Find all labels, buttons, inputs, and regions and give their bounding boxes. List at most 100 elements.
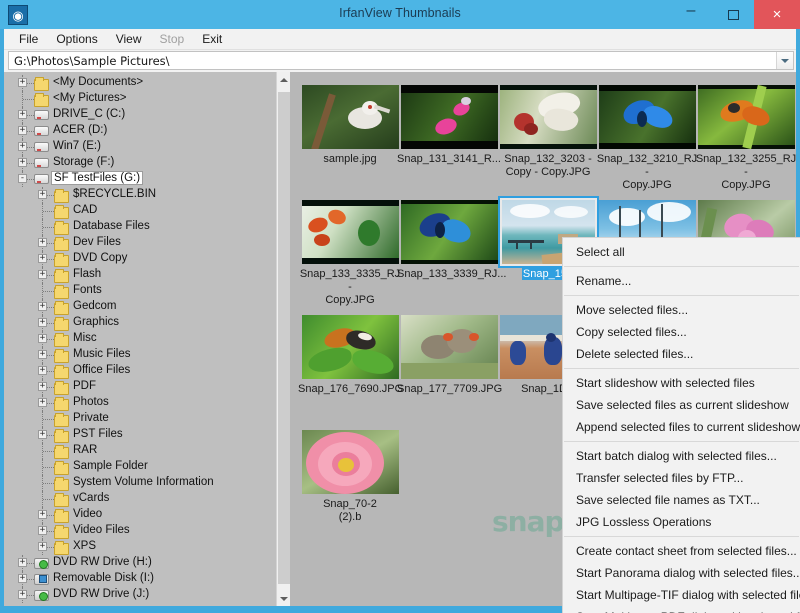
thumbnail-image[interactable] [302, 85, 399, 149]
thumbnail-caption[interactable]: Snap_132_3255_RJ - Copy.JPG [694, 153, 796, 192]
menu-item-view[interactable]: View [107, 30, 151, 48]
maximize-button[interactable] [712, 0, 754, 29]
tree-item-storage-f[interactable]: + Storage (F:) [4, 155, 276, 171]
tree-expand-icon[interactable]: + [18, 142, 27, 151]
tree-item-gedcom[interactable]: + Gedcom [4, 299, 276, 315]
menu-item-exit[interactable]: Exit [193, 30, 231, 48]
tree-item-office-files[interactable]: + Office Files [4, 363, 276, 379]
context-menu-item-start-multipage-tif-dialog-with-selected-files[interactable]: Start Multipage-TIF dialog with selected… [563, 584, 800, 606]
tree-item-fonts[interactable]: Fonts [4, 283, 276, 299]
tree-expand-icon[interactable]: + [38, 254, 47, 263]
tree-scrollbar-thumb[interactable] [278, 92, 290, 584]
context-menu-item-save-selected-files-as-current-slideshow[interactable]: Save selected files as current slideshow [563, 394, 800, 416]
tree-item-misc[interactable]: + Misc [4, 331, 276, 347]
tree-item-pst-files[interactable]: + PST Files [4, 427, 276, 443]
tree-item-video-files[interactable]: + Video Files [4, 523, 276, 539]
thumbnail-image[interactable] [401, 85, 498, 149]
tree-item-photos[interactable]: + Photos [4, 395, 276, 411]
tree-item-removable-disk-i[interactable]: + Removable Disk (I:) [4, 571, 276, 587]
thumbnail-caption[interactable]: Snap_131_3141_R... [397, 153, 501, 166]
thumbnail-image[interactable] [698, 85, 795, 149]
menu-item-options[interactable]: Options [47, 30, 106, 48]
tree-expand-icon[interactable]: + [38, 350, 47, 359]
tree-item-database-files[interactable]: Database Files [4, 219, 276, 235]
tree-expand-icon[interactable]: + [18, 158, 27, 167]
tree-item-rar[interactable]: RAR [4, 443, 276, 459]
tree-expand-icon[interactable]: + [18, 126, 27, 135]
tree-item-my-documents[interactable]: + <My Documents> [4, 75, 276, 91]
thumbnail-image[interactable] [599, 85, 696, 149]
tree-expand-icon[interactable]: + [38, 366, 47, 375]
context-menu-item-start-slideshow-with-selected-files[interactable]: Start slideshow with selected files [563, 372, 800, 394]
tree-expand-icon[interactable]: + [38, 382, 47, 391]
tree-expand-icon[interactable]: + [18, 590, 27, 599]
tree-item-dvd-copy[interactable]: + DVD Copy [4, 251, 276, 267]
tree-expand-icon[interactable]: + [38, 318, 47, 327]
tree-expand-icon[interactable]: + [38, 302, 47, 311]
tree-item-dvd-rw-drive-j[interactable]: + DVD RW Drive (J:) [4, 587, 276, 603]
context-menu-item-delete-selected-files[interactable]: Delete selected files... [563, 343, 800, 365]
tree-item-acer-d[interactable]: + ACER (D:) [4, 123, 276, 139]
context-menu-item-copy-selected-files[interactable]: Copy selected files... [563, 321, 800, 343]
tree-expand-icon[interactable]: + [38, 270, 47, 279]
thumbnail-caption[interactable]: Snap_132_3203 - Copy - Copy.JPG [496, 153, 600, 179]
tree-item-private[interactable]: Private [4, 411, 276, 427]
tree-expand-icon[interactable]: + [38, 398, 47, 407]
path-combobox[interactable]: G:\Photos\Sample Pictures\ [8, 51, 794, 70]
tree-expand-icon[interactable]: + [38, 542, 47, 551]
tree-expand-icon[interactable]: + [18, 558, 27, 567]
context-menu-item-rename[interactable]: Rename... [563, 270, 800, 292]
context-menu-item-select-all[interactable]: Select all [563, 241, 800, 263]
thumbnail-caption[interactable]: Snap_177_7709.JPG [397, 383, 502, 396]
context-menu-item-start-batch-dialog-with-selected-files[interactable]: Start batch dialog with selected files..… [563, 445, 800, 467]
tree-item-music-files[interactable]: + Music Files [4, 347, 276, 363]
tree-expand-icon[interactable]: + [38, 238, 47, 247]
tree-item-recycle-bin[interactable]: + $RECYCLE.BIN [4, 187, 276, 203]
tree-item-flash[interactable]: + Flash [4, 267, 276, 283]
thumbnail-caption[interactable]: Snap_132_3210_RJ - Copy.JPG [595, 153, 699, 192]
thumbnail-image[interactable] [401, 315, 498, 379]
close-button[interactable]: × [754, 0, 800, 29]
tree-collapse-icon[interactable]: - [18, 174, 27, 183]
thumbnail-image[interactable] [302, 430, 399, 494]
thumbnail-caption[interactable]: sample.jpg [298, 153, 402, 166]
thumbnail-image[interactable] [302, 315, 399, 379]
thumbnail-image[interactable] [401, 200, 498, 264]
tree-vertical-scrollbar[interactable] [276, 72, 290, 606]
tree-item-drive-c-c[interactable]: + DRIVE_C (C:) [4, 107, 276, 123]
tree-item-dvd-rw-drive-h[interactable]: + DVD RW Drive (H:) [4, 555, 276, 571]
minimize-button[interactable]: – [670, 0, 712, 29]
chevron-down-icon[interactable] [776, 52, 793, 69]
context-menu-item-create-contact-sheet-from-selected-files[interactable]: Create contact sheet from selected files… [563, 540, 800, 562]
tree-item-sf-testfiles-g[interactable]: - SF TestFiles (G:) [4, 171, 276, 187]
tree-item-dev-files[interactable]: + Dev Files [4, 235, 276, 251]
thumbnail-image[interactable] [500, 85, 597, 149]
context-menu-item-move-selected-files[interactable]: Move selected files... [563, 299, 800, 321]
context-menu-item-start-panorama-dialog-with-selected-files[interactable]: Start Panorama dialog with selected file… [563, 562, 800, 584]
tree-item-sample-folder[interactable]: Sample Folder [4, 459, 276, 475]
tree-expand-icon[interactable]: + [18, 574, 27, 583]
thumbnail-caption[interactable]: Snap_133_3339_RJ... [397, 268, 506, 281]
thumbnail-caption[interactable]: Snap_176_7690.JPG [298, 383, 403, 396]
caret-down-icon[interactable] [277, 591, 290, 606]
tree-expand-icon[interactable]: + [38, 334, 47, 343]
tree-item-my-pictures[interactable]: <My Pictures> [4, 91, 276, 107]
context-menu-item-start-multipage-pdf-dialog-with-selected-files[interactable]: Start Multipage-PDF dialog with selected… [563, 606, 800, 613]
context-menu-item-append-selected-files-to-current-slideshow[interactable]: Append selected files to current slidesh… [563, 416, 800, 438]
tree-item-vcards[interactable]: vCards [4, 491, 276, 507]
tree-expand-icon[interactable]: + [18, 78, 27, 87]
path-input-value[interactable]: G:\Photos\Sample Pictures\ [9, 54, 170, 68]
context-menu-item-jpg-lossless-operations[interactable]: JPG Lossless Operations [563, 511, 800, 533]
thumbnail-image[interactable] [302, 200, 399, 264]
thumbnail-caption[interactable]: Snap_133_3335_RJ - Copy.JPG [298, 268, 402, 307]
tree-item-graphics[interactable]: + Graphics [4, 315, 276, 331]
tree-expand-icon[interactable]: + [38, 430, 47, 439]
tree-item-cad[interactable]: CAD [4, 203, 276, 219]
tree-expand-icon[interactable]: + [38, 190, 47, 199]
context-menu-item-transfer-selected-files-by-ftp[interactable]: Transfer selected files by FTP... [563, 467, 800, 489]
tree-item-pdf[interactable]: + PDF [4, 379, 276, 395]
tree-item-video[interactable]: + Video [4, 507, 276, 523]
tree-item-system-volume-information[interactable]: System Volume Information [4, 475, 276, 491]
thumbnail-context-menu[interactable]: Select all Rename... Move selected files..… [562, 237, 800, 613]
caret-up-icon[interactable] [277, 72, 290, 87]
